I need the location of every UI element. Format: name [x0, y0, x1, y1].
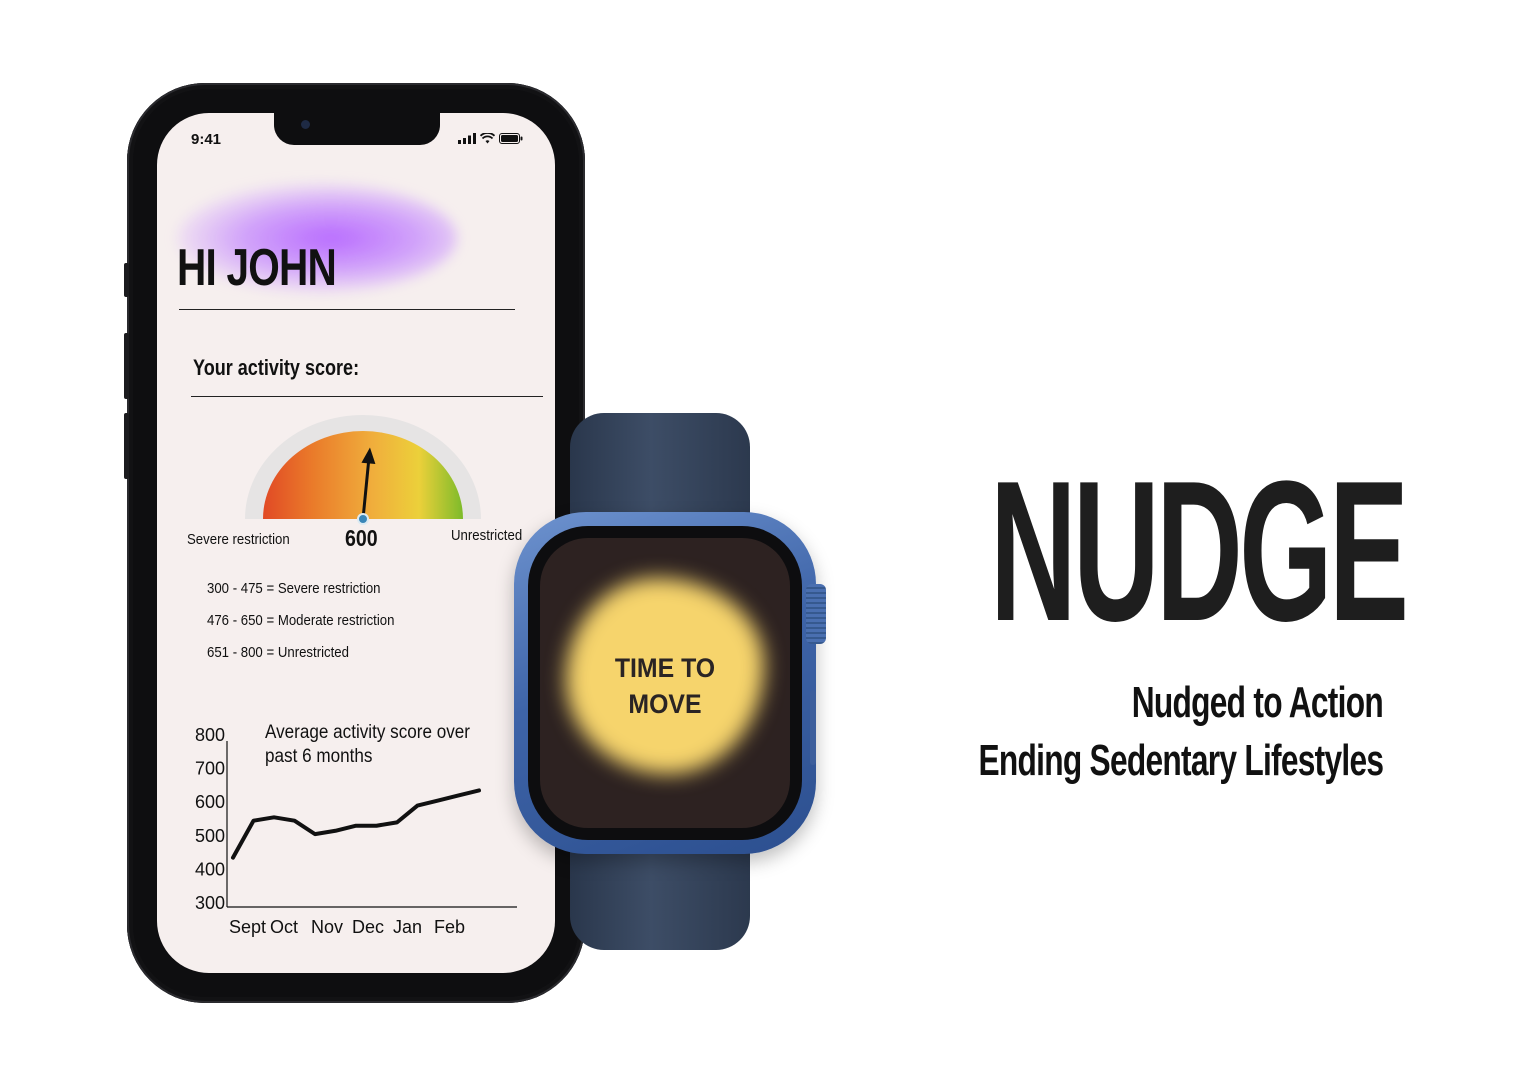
y-tick-label: 300 — [195, 893, 225, 913]
brand-tagline-1: Nudged to Action — [1131, 678, 1384, 727]
camera-icon — [301, 120, 310, 129]
battery-icon — [499, 133, 523, 144]
phone-mockup: 9:41 HI JOHN Your activity score: Severe… — [124, 83, 585, 1003]
brand-tagline-2: Ending Sedentary Lifestyles — [978, 736, 1384, 785]
y-tick-label: 600 — [195, 792, 225, 812]
status-time: 9:41 — [191, 131, 222, 148]
score-divider — [191, 396, 543, 397]
greeting-title: HI JOHN — [177, 239, 337, 297]
watch-message[interactable]: TIME TO MOVE — [550, 650, 780, 722]
x-tick-label: Sept — [229, 917, 266, 937]
phone-volume-down — [124, 413, 129, 479]
signal-icon — [458, 133, 476, 144]
legend-item: 476 - 650 = Moderate restriction — [207, 612, 395, 629]
y-tick-label: 400 — [195, 859, 225, 879]
series-line — [231, 788, 481, 860]
legend-item: 300 - 475 = Severe restriction — [207, 580, 381, 597]
watch-message-line2: MOVE — [628, 689, 702, 719]
y-tick-label: 500 — [195, 826, 225, 846]
y-tick-label: 800 — [195, 725, 225, 745]
legend-item: 651 - 800 = Unrestricted — [207, 644, 349, 661]
status-icons — [458, 133, 523, 144]
chart-title: Average activity score over past 6 month… — [265, 722, 470, 767]
y-tick-label: 700 — [195, 759, 225, 779]
gauge-value: 600 — [345, 525, 378, 551]
x-tick-label: Dec — [352, 917, 384, 937]
phone-side-button — [124, 263, 129, 297]
activity-gauge — [245, 415, 481, 525]
digital-crown[interactable] — [806, 584, 826, 644]
x-tick-label: Nov — [311, 917, 343, 937]
x-tick-label: Oct — [270, 917, 298, 937]
wifi-icon — [480, 133, 495, 144]
watch-message-line1: TIME TO — [614, 653, 716, 683]
phone-notch — [274, 113, 440, 145]
watch-screen: TIME TO MOVE — [540, 538, 790, 828]
activity-score-label: Your activity score: — [193, 355, 360, 380]
greeting-divider — [179, 309, 515, 310]
watch-side-button[interactable] — [810, 690, 816, 765]
gauge-pivot — [357, 513, 369, 525]
phone-volume-up — [124, 333, 129, 399]
phone-screen: 9:41 HI JOHN Your activity score: Severe… — [157, 113, 555, 973]
brand-title: NUDGE — [990, 440, 1409, 663]
gauge-min-label: Severe restriction — [187, 531, 290, 548]
x-tick-label: Feb — [434, 917, 465, 937]
gauge-max-label: Unrestricted — [451, 527, 523, 544]
x-tick-label: Jan — [393, 917, 422, 937]
score-legend: 300 - 475 = Severe restriction 476 - 650… — [207, 580, 420, 676]
